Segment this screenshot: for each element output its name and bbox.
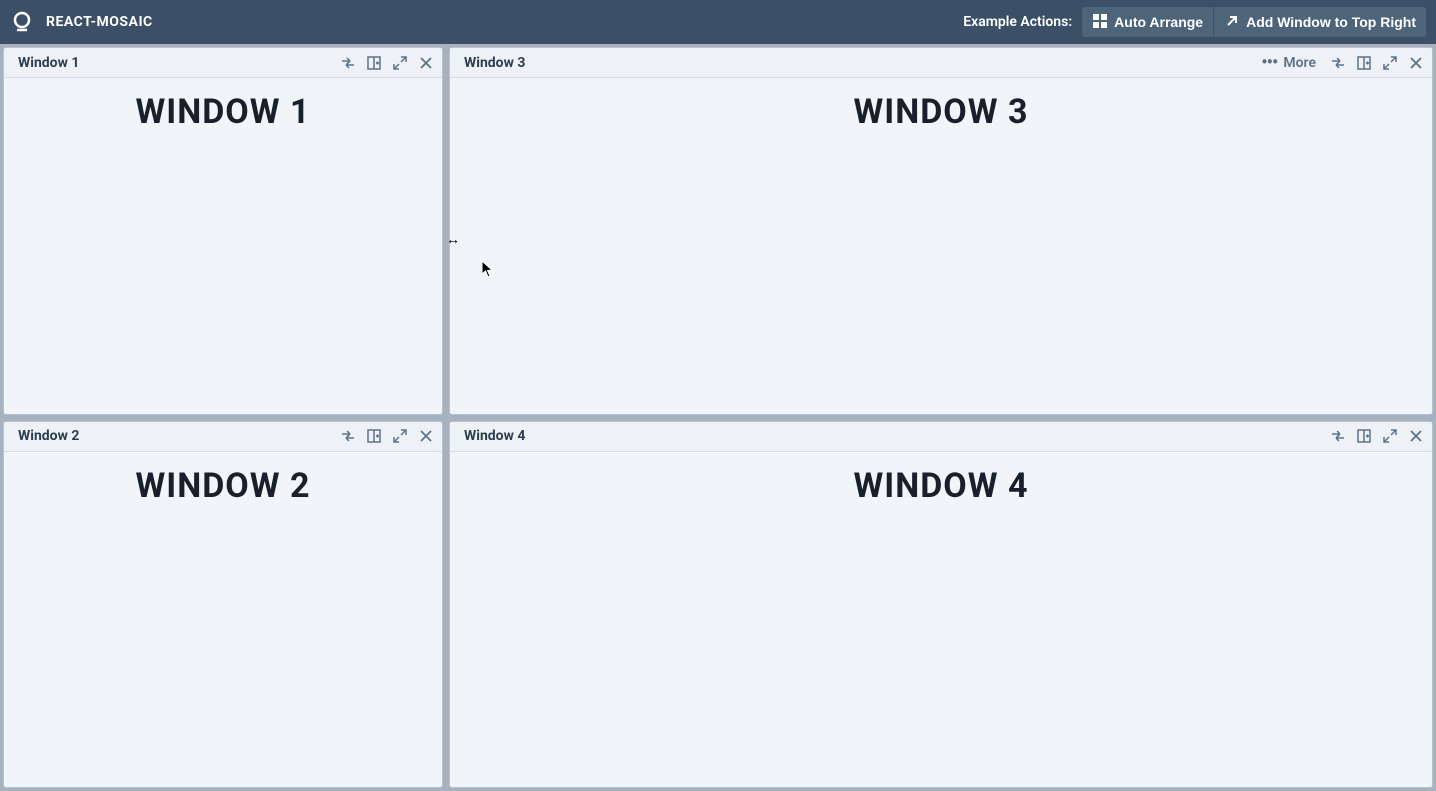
mosaic-container: Window 1 [0,44,1436,791]
window-2-header[interactable]: Window 2 [4,422,442,452]
window-1-title: Window 1 [18,55,79,71]
more-button[interactable]: ••• More [1261,54,1316,72]
window-3: Window 3 ••• More [449,47,1433,415]
add-window-label: Add Window to Top Right [1246,14,1416,30]
replace-icon[interactable] [340,55,356,71]
split-icon[interactable] [366,428,382,444]
expand-icon[interactable] [392,55,408,71]
mosaic-left-column: Window 1 [3,47,443,788]
logo-icon [10,10,34,34]
window-4-controls [1330,428,1424,444]
expand-icon[interactable] [392,428,408,444]
split-icon[interactable] [1356,428,1372,444]
more-dots-icon: ••• [1261,54,1277,72]
replace-icon[interactable] [1330,55,1346,71]
close-icon[interactable] [1408,428,1424,444]
replace-icon[interactable] [340,428,356,444]
window-4-title: Window 4 [464,428,525,444]
close-icon[interactable] [418,428,434,444]
window-1-heading: WINDOW 1 [136,92,311,414]
action-button-group: Auto Arrange Add Window to Top Right [1082,7,1426,37]
replace-icon[interactable] [1330,428,1346,444]
window-1: Window 1 [3,47,443,415]
split-icon[interactable] [366,55,382,71]
window-3-header[interactable]: Window 3 ••• More [450,48,1432,78]
navbar-right: Example Actions: Auto Arrange [963,7,1426,37]
window-2: Window 2 [3,421,443,789]
window-3-body: WINDOW 3 [450,78,1432,414]
window-2-body: WINDOW 2 [4,452,442,788]
auto-arrange-label: Auto Arrange [1114,14,1203,30]
window-4-body: WINDOW 4 [450,452,1432,788]
window-1-header[interactable]: Window 1 [4,48,442,78]
window-3-heading: WINDOW 3 [854,92,1029,414]
window-4: Window 4 [449,421,1433,789]
window-2-heading: WINDOW 2 [136,466,311,788]
close-icon[interactable] [1408,55,1424,71]
window-3-controls: ••• More [1261,54,1424,72]
grid-icon [1092,13,1108,32]
close-icon[interactable] [418,55,434,71]
more-label: More [1283,55,1316,71]
window-2-title: Window 2 [18,428,79,444]
example-actions-label: Example Actions: [963,14,1072,30]
expand-icon[interactable] [1382,428,1398,444]
navbar: REACT-MOSAIC Example Actions: Auto Arran… [0,0,1436,44]
auto-arrange-button[interactable]: Auto Arrange [1082,7,1214,37]
mosaic-right-column: Window 3 ••• More [449,47,1433,788]
split-icon[interactable] [1356,55,1372,71]
mosaic-row: Window 1 [3,47,1433,788]
arrow-top-right-icon [1224,13,1240,32]
expand-icon[interactable] [1382,55,1398,71]
window-1-controls [340,55,434,71]
window-4-header[interactable]: Window 4 [450,422,1432,452]
add-window-button[interactable]: Add Window to Top Right [1214,7,1426,37]
window-3-title: Window 3 [464,55,525,71]
window-4-heading: WINDOW 4 [854,466,1029,788]
window-2-controls [340,428,434,444]
window-1-body: WINDOW 1 [4,78,442,414]
navbar-left: REACT-MOSAIC [10,10,153,34]
app-title: REACT-MOSAIC [46,14,153,30]
